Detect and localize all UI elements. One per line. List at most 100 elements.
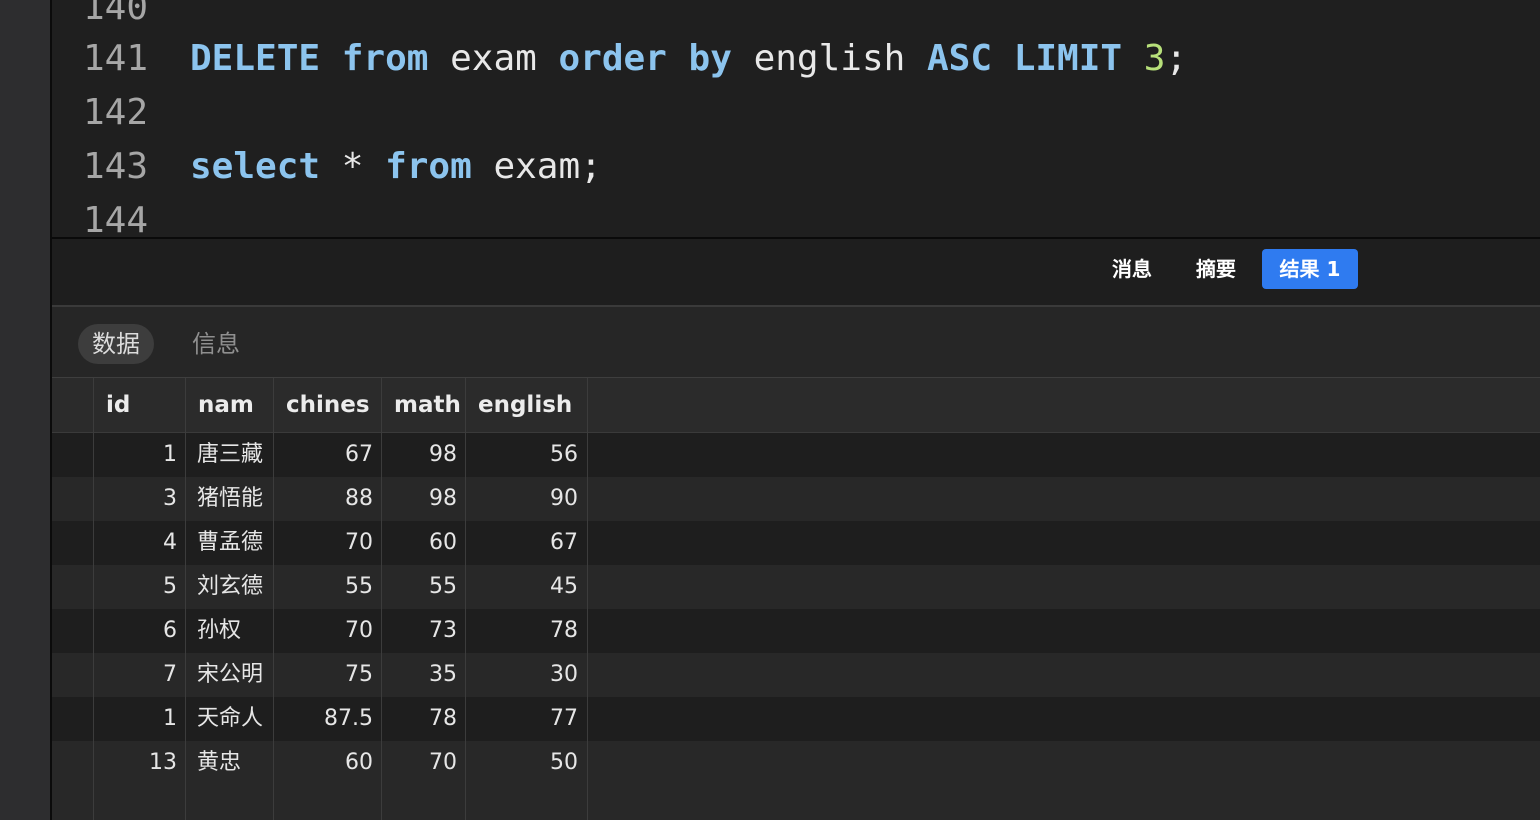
sql-keyword: by bbox=[688, 38, 732, 79]
cell-english[interactable]: 30 bbox=[466, 653, 587, 697]
sql-text: english bbox=[731, 38, 927, 79]
sql-keyword: order bbox=[558, 38, 667, 79]
app-window: 140 141 DELETE from exam order by englis… bbox=[0, 0, 1540, 820]
column-header-english[interactable]: english bbox=[466, 378, 587, 432]
code-line: 141 DELETE from exam order by english AS… bbox=[52, 32, 1540, 86]
cell-english[interactable]: 56 bbox=[466, 433, 587, 477]
cell-english[interactable]: 77 bbox=[466, 697, 587, 741]
cell-chines[interactable]: 67 bbox=[274, 433, 382, 477]
cell-id[interactable]: 7 bbox=[94, 653, 186, 697]
cell-nam[interactable]: 孙权 bbox=[186, 609, 274, 653]
table-row[interactable]: 1 唐三藏 67 98 56 bbox=[52, 433, 1540, 477]
sql-text: ; bbox=[1165, 38, 1188, 79]
table-row[interactable]: 4 曹孟德 70 60 67 bbox=[52, 521, 1540, 565]
line-number: 144 bbox=[82, 200, 148, 237]
table-row[interactable]: 13 黄忠 60 70 50 bbox=[52, 741, 1540, 785]
cell-id[interactable]: 13 bbox=[94, 741, 186, 785]
cell-math[interactable]: 73 bbox=[382, 609, 466, 653]
sql-keyword: LIMIT bbox=[1013, 38, 1123, 79]
code-line: 144 bbox=[52, 194, 1540, 237]
cell-math[interactable]: 70 bbox=[382, 741, 466, 785]
cell-english[interactable]: 78 bbox=[466, 609, 587, 653]
cell-nam[interactable]: 黄忠 bbox=[186, 741, 274, 785]
sql-text: * bbox=[320, 146, 386, 187]
code-line: 142 bbox=[52, 86, 1540, 140]
cell-nam[interactable]: 唐三藏 bbox=[186, 433, 274, 477]
cell-math[interactable]: 98 bbox=[382, 433, 466, 477]
column-header-math[interactable]: math bbox=[382, 378, 466, 432]
subtab-data[interactable]: 数据 bbox=[78, 324, 154, 364]
cell-id[interactable]: 4 bbox=[94, 521, 186, 565]
cell-chines[interactable]: 55 bbox=[274, 565, 382, 609]
sql-number: 3 bbox=[1143, 38, 1166, 79]
table-row[interactable]: 6 孙权 70 73 78 bbox=[52, 609, 1540, 653]
sql-keyword: from bbox=[341, 38, 429, 79]
sql-text: exam bbox=[428, 38, 559, 79]
cell-id[interactable]: 1 bbox=[94, 697, 186, 741]
sql-keyword: from bbox=[385, 146, 472, 187]
tab-result-1[interactable]: 结果 1 bbox=[1262, 249, 1358, 289]
cell-chines[interactable]: 60 bbox=[274, 741, 382, 785]
column-divider bbox=[587, 378, 588, 820]
subtab-info[interactable]: 信息 bbox=[178, 324, 254, 364]
column-header-nam[interactable]: nam bbox=[186, 378, 274, 432]
sql-editor[interactable]: 140 141 DELETE from exam order by englis… bbox=[52, 0, 1540, 237]
table-row[interactable]: 3 猪悟能 88 98 90 bbox=[52, 477, 1540, 521]
empty-row bbox=[52, 785, 1540, 820]
code-text[interactable]: select * from exam; bbox=[190, 140, 602, 194]
tab-summary[interactable]: 摘要 bbox=[1180, 249, 1252, 289]
cell-chines[interactable]: 75 bbox=[274, 653, 382, 697]
cell-english[interactable]: 67 bbox=[466, 521, 587, 565]
table-row[interactable]: 1 天命人 87.5 78 77 bbox=[52, 697, 1540, 741]
cell-chines[interactable]: 70 bbox=[274, 609, 382, 653]
code-text[interactable]: DELETE from exam order by english ASC LI… bbox=[190, 32, 1187, 86]
cell-nam[interactable]: 刘玄德 bbox=[186, 565, 274, 609]
cell-nam[interactable]: 宋公明 bbox=[186, 653, 274, 697]
column-divider bbox=[185, 378, 186, 820]
column-header-id[interactable]: id bbox=[94, 378, 186, 432]
cell-math[interactable]: 35 bbox=[382, 653, 466, 697]
cell-chines[interactable]: 70 bbox=[274, 521, 382, 565]
cell-english[interactable]: 50 bbox=[466, 741, 587, 785]
cell-nam[interactable]: 天命人 bbox=[186, 697, 274, 741]
table-row[interactable]: 7 宋公明 75 35 30 bbox=[52, 653, 1540, 697]
sql-keyword: ASC bbox=[926, 38, 993, 79]
column-divider bbox=[273, 378, 274, 820]
cell-math[interactable]: 60 bbox=[382, 521, 466, 565]
cell-nam[interactable]: 曹孟德 bbox=[186, 521, 274, 565]
sql-keyword: DELETE bbox=[190, 38, 321, 79]
cell-math[interactable]: 98 bbox=[382, 477, 466, 521]
cell-id[interactable]: 6 bbox=[94, 609, 186, 653]
cell-id[interactable]: 1 bbox=[94, 433, 186, 477]
table-row[interactable]: 5 刘玄德 55 55 45 bbox=[52, 565, 1540, 609]
tab-messages[interactable]: 消息 bbox=[1096, 249, 1168, 289]
cell-nam[interactable]: 猪悟能 bbox=[186, 477, 274, 521]
left-sidebar-strip bbox=[0, 0, 50, 820]
code-line: 143 select * from exam; bbox=[52, 140, 1540, 194]
cell-math[interactable]: 55 bbox=[382, 565, 466, 609]
column-divider bbox=[465, 378, 466, 820]
result-grid[interactable]: id nam chines math english 1 唐三藏 67 98 56 3 猪悟… bbox=[52, 378, 1540, 820]
line-number: 142 bbox=[82, 92, 148, 133]
sql-keyword: select bbox=[190, 146, 321, 187]
cell-math[interactable]: 78 bbox=[382, 697, 466, 741]
column-header-chines[interactable]: chines bbox=[274, 378, 382, 432]
cell-id[interactable]: 5 bbox=[94, 565, 186, 609]
cell-chines[interactable]: 87.5 bbox=[274, 697, 382, 741]
sql-text: exam; bbox=[471, 146, 602, 187]
line-number: 143 bbox=[82, 146, 148, 187]
cell-english[interactable]: 45 bbox=[466, 565, 587, 609]
line-number: 140 bbox=[82, 0, 148, 28]
result-sub-tab-bar: 数据 信息 bbox=[52, 307, 1540, 377]
cell-english[interactable]: 90 bbox=[466, 477, 587, 521]
column-divider bbox=[381, 378, 382, 820]
result-tab-bar: 消息 摘要 结果 1 bbox=[52, 239, 1540, 305]
cell-chines[interactable]: 88 bbox=[274, 477, 382, 521]
code-line: 140 bbox=[52, 0, 1540, 35]
cell-id[interactable]: 3 bbox=[94, 477, 186, 521]
column-divider bbox=[93, 378, 94, 820]
